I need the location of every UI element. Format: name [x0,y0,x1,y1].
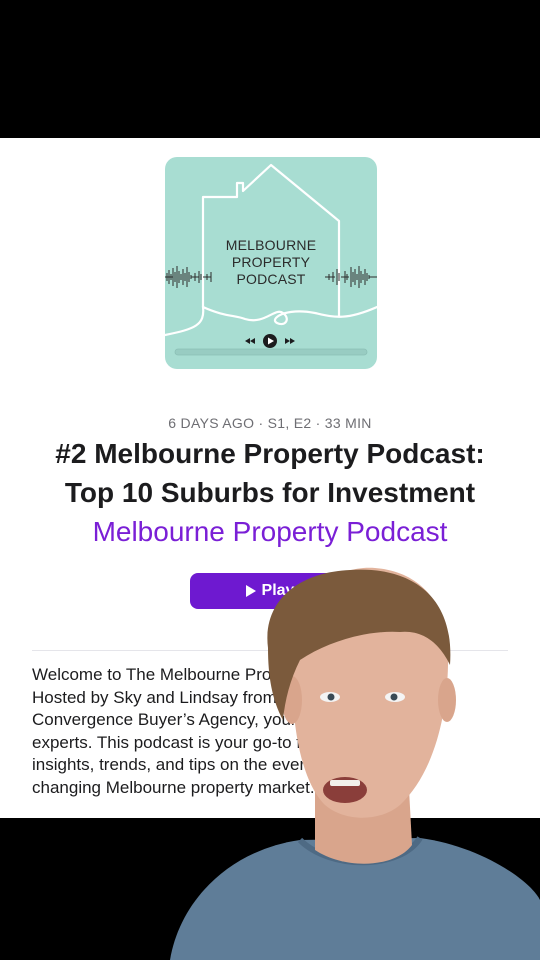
artwork-title-line: PODCAST [236,271,306,287]
artwork-title: MELBOURNE PROPERTY PODCAST [165,237,377,288]
episode-title-line: #2 Melbourne Property Podcast: [55,438,485,469]
play-button-label: Play [261,582,295,599]
artwork-title-line: MELBOURNE [225,237,317,253]
description-line: changing Melbourne property market. [32,777,315,797]
description-line: Welcome to The Melbourne Property Podcas… [32,665,381,684]
divider [32,650,508,651]
episode-description: Welcome to The Melbourne Property Podcas… [32,664,492,800]
episode-meta: 6 DAYS AGO · S1, E2 · 33 MIN [168,415,372,431]
description-line: Hosted by Sky and Lindsay from [32,687,277,707]
description-line: experts. This podcast is your go-to for [32,732,317,752]
play-button[interactable]: Play [190,573,350,609]
episode-screen: MELBOURNE PROPERTY PODCAST 6 DAYS AGO · … [0,138,540,818]
episode-title: #2 Melbourne Property Podcast: Top 10 Su… [0,434,540,512]
play-icon [245,585,256,597]
artwork-title-line: PROPERTY [231,254,311,270]
episode-title-line: Top 10 Suburbs for Investment [64,477,476,508]
rewind-icon [245,338,255,344]
description-line: insights, trends, and tips on the ever- [32,755,311,775]
play-circle-icon [263,334,277,348]
show-name-link[interactable]: Melbourne Property Podcast [0,514,540,550]
fast-forward-icon [285,338,295,344]
podcast-artwork[interactable]: MELBOURNE PROPERTY PODCAST [165,157,377,369]
description-line: Convergence Buyer’s Agency, your propert… [32,710,364,730]
